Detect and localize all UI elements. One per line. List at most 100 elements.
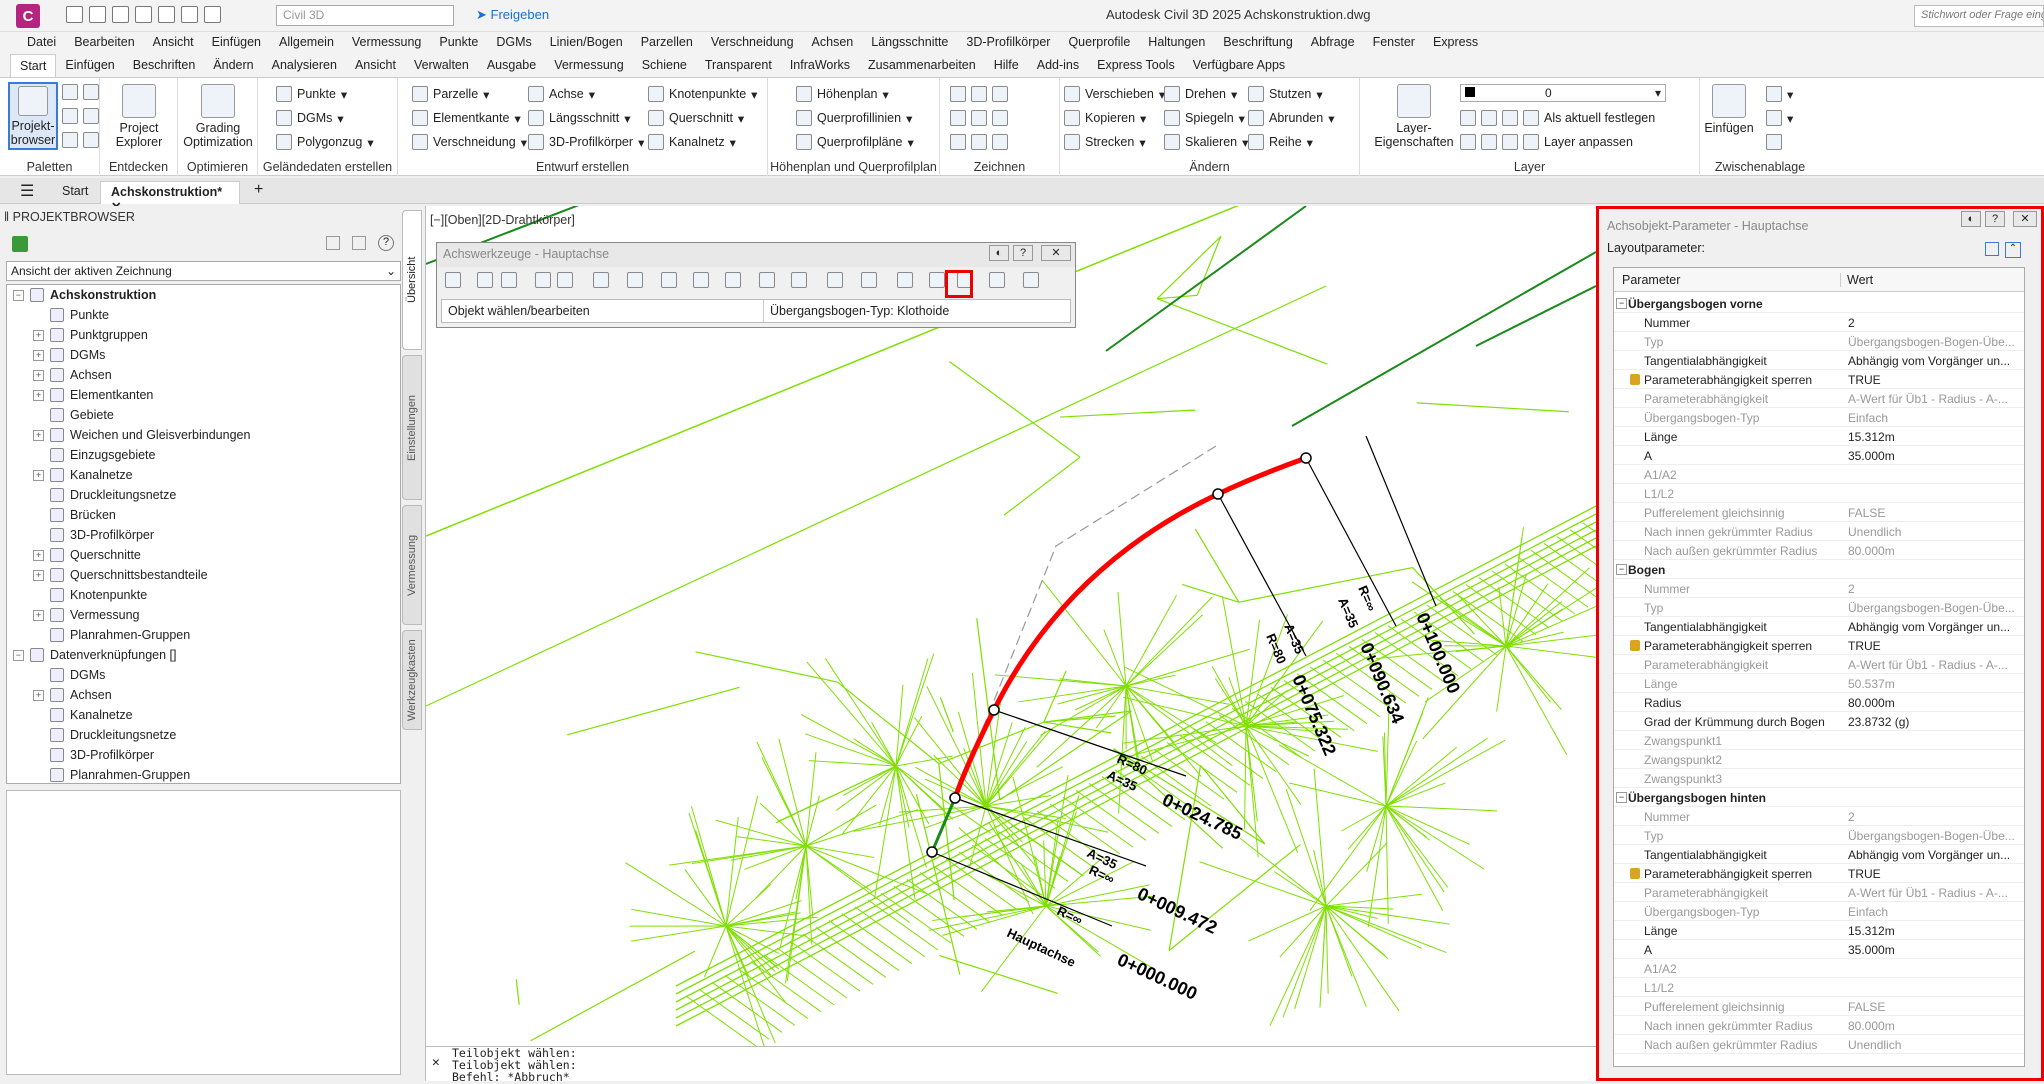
parameter-value[interactable]: A-Wert für Üb1 - Radius - A-... [1848,886,2020,900]
parameter-row[interactable]: Länge15.312m [1614,921,2024,940]
ribbon-tab[interactable]: Zusammenarbeiten [859,54,985,77]
tree-item[interactable]: DGMs [33,665,105,685]
ribbon-button[interactable]: Achse▾ [528,86,595,102]
parameter-row[interactable]: A35.000m [1614,446,2024,465]
parameter-value[interactable]: A-Wert für Üb1 - Radius - A-... [1848,658,2020,672]
alignment-tool-icon[interactable] [661,272,677,288]
panel-title-gelaende[interactable]: Geländedaten erstellen [258,160,397,174]
grip-point[interactable] [1213,489,1223,499]
drawing-canvas[interactable]: 0+000.000HauptachseR=∞0+009.472A=35R=∞0+… [426,206,1596,1046]
parameter-row[interactable]: Übergangsbogen-TypEinfach [1614,902,2024,921]
ribbon-button[interactable]: Parzelle▾ [412,86,489,102]
ribbon-button[interactable]: Verschneidung▾ [412,134,527,150]
ribbon-tab[interactable]: Beschriften [124,54,205,77]
expand-icon[interactable]: + [33,370,44,381]
ribbon-tab[interactable]: Transparent [696,54,781,77]
viewport-label[interactable]: [−][Oben][2D-Drahtkörper] [430,213,575,227]
expand-icon[interactable]: + [33,330,44,341]
expand-icon[interactable]: + [33,430,44,441]
menu-item[interactable]: Parzellen [632,32,702,54]
parameter-row[interactable]: Zwangspunkt2 [1614,750,2024,769]
parameter-value[interactable]: 35.000m [1848,943,2020,957]
parameter-value[interactable]: Abhängig vom Vorgänger un... [1848,848,2020,862]
side-tab[interactable]: Übersicht [402,210,422,350]
menu-item[interactable]: Vermessung [343,32,430,54]
ribbon-button[interactable]: Abrunden▾ [1248,110,1335,126]
parameter-group[interactable]: −Übergangsbogen hinten [1614,788,2024,807]
close-icon[interactable]: ✕ [1041,245,1071,261]
ribbon-button[interactable]: Reihe▾ [1248,134,1313,150]
ribbon-button[interactable]: Querprofilpläne▾ [796,134,914,150]
parameter-value[interactable]: Abhängig vom Vorgänger un... [1848,620,2020,634]
grading-optimization-button[interactable]: Grading Optimization [182,84,254,149]
expand-icon[interactable]: − [13,650,24,661]
collapse-icon[interactable]: − [1616,792,1627,803]
share-button[interactable]: ➤ Freigeben [476,7,549,23]
parameter-row[interactable]: Parameterabhängigkeit sperrenTRUE [1614,636,2024,655]
grip-point[interactable] [927,847,937,857]
tree-item[interactable]: Planrahmen-Gruppen [33,765,190,784]
grip-point[interactable] [950,793,960,803]
menu-item[interactable]: Beschriftung [1214,32,1301,54]
ribbon-button[interactable]: Stutzen▾ [1248,86,1323,102]
parameter-value[interactable]: FALSE [1848,506,2020,520]
help-icon[interactable]: ? [1985,211,2005,227]
menu-item[interactable]: Längsschnitte [862,32,957,54]
ribbon-tab[interactable]: Express Tools [1088,54,1184,77]
menu-item[interactable]: Einfügen [203,32,270,54]
alignment-tool-icon[interactable] [477,272,493,288]
alignment-tool-icon[interactable] [897,272,913,288]
expand-icon[interactable]: + [33,350,44,361]
ribbon-tab[interactable]: Hilfe [985,54,1028,77]
close-icon[interactable]: ✕ [2013,211,2037,227]
ribbon-tab[interactable]: Add-ins [1028,54,1088,77]
parameter-row[interactable]: Pufferelement gleichsinnigFALSE [1614,503,2024,522]
save-icon[interactable] [112,6,129,23]
parameter-value[interactable]: 80.000m [1848,1019,2020,1033]
app-logo[interactable]: C [16,4,40,28]
alignment-tool-icon[interactable] [791,272,807,288]
line-tool[interactable] [950,86,1008,102]
workspace-combo[interactable]: Civil 3D [276,5,454,26]
parameter-group[interactable]: −Übergangsbogen vorne [1614,294,2024,313]
ribbon-tab[interactable]: Ansicht [346,54,405,77]
layer-tools-row2[interactable]: Layer anpassen [1460,134,1633,150]
polygonzug-button[interactable]: Polygonzug ▾ [276,134,374,150]
panel-title-hoehenplan[interactable]: Höhenplan und Querprofilplan [768,160,939,174]
menu-item[interactable]: Verschneidung [702,32,803,54]
alignment-tool-icon[interactable] [535,272,551,288]
projektbrowser-button[interactable]: Projekt-browser [8,82,58,150]
tree-item[interactable]: +Querschnitte [33,545,141,565]
einfuegen-button[interactable]: Einfügen [1702,84,1756,135]
tree-item[interactable]: Brücken [33,505,116,525]
parameter-row[interactable]: L1/L2 [1614,484,2024,503]
ribbon-tab[interactable]: Analysieren [263,54,346,77]
panel-title-entwurf[interactable]: Entwurf erstellen [398,160,767,174]
tree-item[interactable]: Druckleitungsnetze [33,725,176,745]
search-input[interactable]: Stichwort oder Frage eing [1914,5,2044,27]
highlight-parameter-button[interactable] [945,270,973,298]
undo-icon[interactable] [181,6,198,23]
redo-icon[interactable] [204,6,221,23]
parameter-group[interactable]: −Bogen [1614,560,2024,579]
doc-tab-achskonstruktion[interactable]: Achskonstruktion* ✕ [100,181,240,204]
menu-item[interactable]: Bearbeiten [65,32,143,54]
ribbon-tab[interactable]: Vermessung [545,54,632,77]
parameter-row[interactable]: Länge50.537m [1614,674,2024,693]
ribbon-button[interactable]: Strecken▾ [1064,134,1146,150]
close-icon[interactable]: ✕ [432,1057,440,1069]
collapse-icon[interactable]: − [1616,564,1627,575]
ribbon-button[interactable]: Verschieben▾ [1064,86,1165,102]
save-as-icon[interactable] [135,6,152,23]
menu-item[interactable]: 3D-Profilkörper [957,32,1059,54]
polyline-tool[interactable] [950,110,1008,126]
grip-point[interactable] [989,705,999,715]
alignment-tool-icon[interactable] [593,272,609,288]
tree-item[interactable]: 3D-Profilkörper [33,525,154,545]
ribbon-button[interactable]: Längsschnitt▾ [528,110,630,126]
parameter-value[interactable]: Abhängig vom Vorgänger un... [1848,354,2020,368]
menu-item[interactable]: Datei [18,32,65,54]
view-select[interactable]: Ansicht der aktiven Zeichnung⌄ [6,261,401,281]
tree-item[interactable]: +Weichen und Gleisverbindungen [33,425,250,445]
menu-item[interactable]: Ansicht [144,32,203,54]
